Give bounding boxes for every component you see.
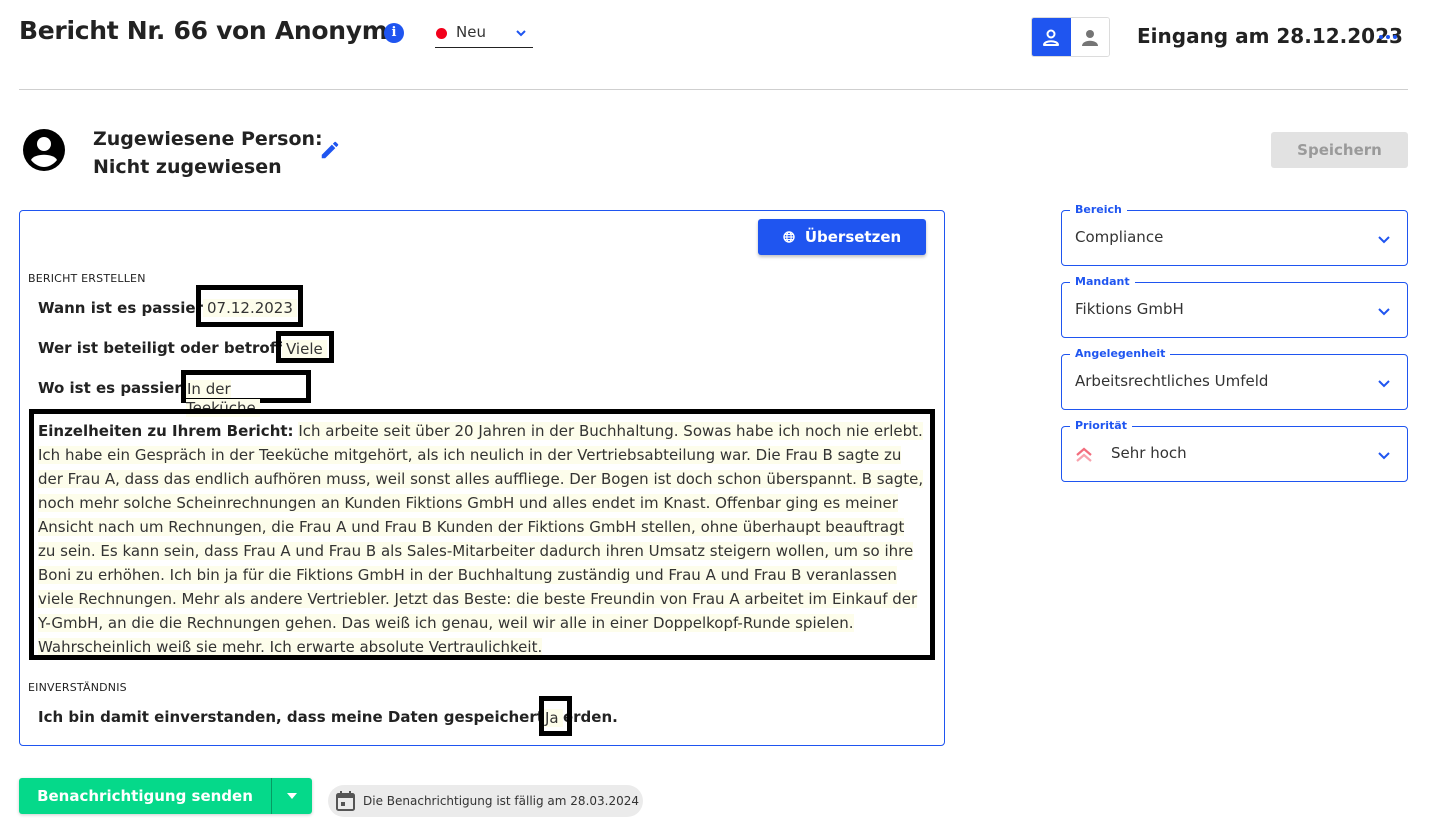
translate-button[interactable]: Übersetzen: [758, 219, 926, 255]
question-label: Wo ist es passiert?:: [38, 379, 204, 397]
assigned-person: Zugewiesene Person: Nicht zugewiesen: [93, 125, 323, 181]
caret-down-icon: [287, 793, 297, 799]
question-consent: Ich bin damit einverstanden, dass meine …: [38, 707, 618, 726]
select-angelegenheit[interactable]: Angelegenheit Arbeitsrechtliches Umfeld: [1061, 347, 1408, 410]
save-button[interactable]: Speichern: [1271, 132, 1408, 168]
question-where: Wo ist es passiert?:: [38, 378, 204, 397]
assigned-person-label: Zugewiesene Person:: [93, 128, 323, 150]
question-who: Wer ist beteiligt oder betroffen?: [38, 338, 311, 357]
status-select[interactable]: Neu: [435, 20, 533, 48]
question-label: Ich bin damit einverstanden, dass meine …: [38, 708, 618, 726]
view-toggle: [1031, 17, 1110, 57]
field-label: Angelegenheit: [1070, 347, 1171, 360]
status-label: Neu: [456, 23, 486, 41]
report-details: Einzelheiten zu Ihrem Bericht: Ich arbei…: [29, 409, 935, 660]
info-icon[interactable]: i: [384, 23, 404, 43]
details-text: Ich arbeite seit über 20 Jahren in der B…: [38, 422, 924, 656]
select-prioritaet[interactable]: Priorität Sehr hoch: [1061, 419, 1408, 482]
chevron-down-icon: [1378, 236, 1390, 244]
chevron-down-icon: [516, 30, 526, 37]
header-divider: [19, 89, 1408, 90]
chevron-down-icon: [1378, 308, 1390, 316]
pencil-icon[interactable]: [319, 139, 341, 161]
chevron-down-icon: [1378, 452, 1390, 460]
select-bereich[interactable]: Bereich Compliance: [1061, 203, 1408, 266]
chevron-down-icon: [1378, 380, 1390, 388]
select-mandant[interactable]: Mandant Fiktions GmbH: [1061, 275, 1408, 338]
calendar-icon: [336, 791, 355, 811]
view-toggle-reporter[interactable]: [1032, 18, 1071, 56]
section-consent: EINVERSTÄNDNIS: [28, 681, 127, 694]
question-when: Wann ist es passiert?: [38, 298, 219, 317]
account-circle-icon: [23, 129, 65, 171]
priority-highest-icon: [1076, 447, 1092, 462]
person-filled-icon: [1081, 30, 1098, 46]
section-create-report: BERICHT ERSTELLEN: [28, 272, 146, 285]
more-horizontal-icon[interactable]: [1378, 27, 1398, 47]
question-label: Wann ist es passiert?: [38, 299, 219, 317]
person-outline-icon: [1043, 29, 1060, 46]
answer-value: Viele: [282, 340, 327, 358]
answer-value: Ja: [544, 709, 563, 727]
answer-value: 07.12.2023: [203, 299, 297, 317]
send-notification-split-button: Benachrichtigung senden: [19, 778, 312, 814]
details-label: Einzelheiten zu Ihrem Bericht:: [38, 422, 294, 440]
received-date: Eingang am 28.12.2023: [1137, 24, 1403, 48]
answer-when: 07.12.2023: [196, 285, 303, 327]
field-label: Bereich: [1070, 203, 1127, 216]
field-value: Compliance: [1075, 228, 1164, 246]
status-dot-icon: [436, 28, 447, 39]
answer-where: In der Teeküche: [181, 370, 311, 417]
answer-consent: Ja: [539, 696, 572, 736]
field-label: Priorität: [1070, 419, 1132, 432]
field-value: Sehr hoch: [1111, 444, 1187, 462]
view-toggle-assignee[interactable]: [1070, 18, 1109, 56]
page-title: Bericht Nr. 66 von Anonym: [19, 16, 388, 45]
field-value: Fiktions GmbH: [1075, 300, 1184, 318]
assigned-person-value: Nicht zugewiesen: [93, 156, 282, 178]
notification-options-button[interactable]: [272, 778, 312, 814]
answer-who: Viele: [276, 331, 334, 363]
globe-icon: [783, 231, 795, 243]
translate-label: Übersetzen: [804, 228, 902, 246]
send-notification-button[interactable]: Benachrichtigung senden: [19, 778, 271, 814]
field-label: Mandant: [1070, 275, 1135, 288]
field-value: Arbeitsrechtliches Umfeld: [1075, 372, 1269, 390]
due-date-chip: Die Benachrichtigung ist fällig am 28.03…: [328, 785, 643, 817]
question-label: Wer ist beteiligt oder betroffen?: [38, 339, 312, 357]
due-date-text: Die Benachrichtigung ist fällig am 28.03…: [363, 794, 639, 808]
